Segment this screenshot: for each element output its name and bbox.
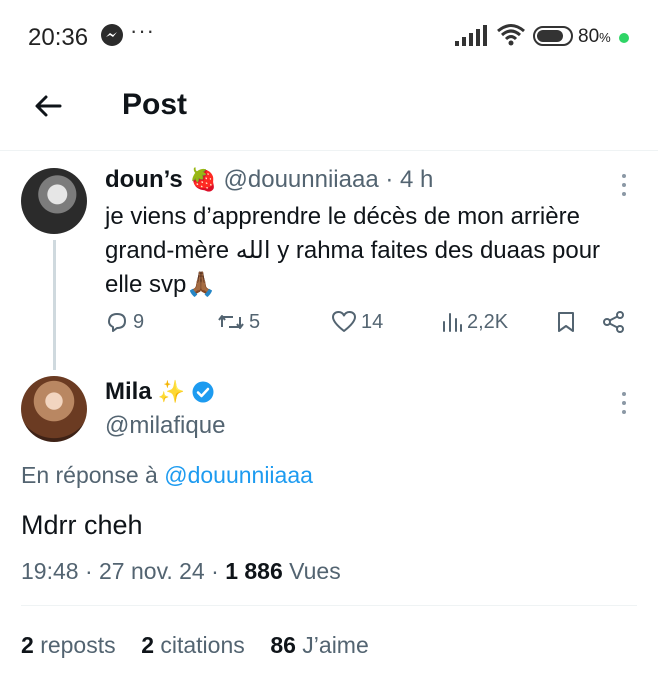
reply-label: En réponse à xyxy=(21,462,158,488)
engagement-stats: 2 reposts 2 citations 86 J’aime xyxy=(21,632,369,659)
views-label: Vues xyxy=(289,558,341,584)
like-count: 14 xyxy=(361,310,384,333)
reply-count: 9 xyxy=(133,310,145,333)
status-time: 20:36 xyxy=(28,24,89,51)
reply-icon xyxy=(105,310,129,334)
signal-icon xyxy=(455,24,489,51)
separator-dot: · xyxy=(385,166,394,193)
verified-badge-icon xyxy=(191,380,215,404)
views-count: 2,2K xyxy=(467,310,509,333)
author-handle[interactable]: @milafique xyxy=(105,412,225,440)
charging-dot xyxy=(619,33,629,43)
divider xyxy=(0,150,658,151)
more-options-icon[interactable] xyxy=(622,174,628,201)
author-name[interactable]: Mila xyxy=(105,378,152,406)
share-button[interactable] xyxy=(601,310,627,334)
citations-stat[interactable]: 2 citations xyxy=(141,632,245,658)
sparkles-emoji: ✨ xyxy=(157,379,186,405)
battery-icon xyxy=(533,26,573,46)
more-notifications-icon: ··· xyxy=(130,18,155,43)
repost-count: 5 xyxy=(249,310,261,333)
avatar[interactable] xyxy=(21,168,87,234)
tweet-actions: 9 5 14 2,2K xyxy=(105,310,635,344)
views-button[interactable]: 2,2K xyxy=(441,310,508,334)
page-header: Post xyxy=(0,80,658,140)
arrow-left-icon[interactable] xyxy=(30,88,66,124)
author-handle[interactable]: @douunniiaaa xyxy=(224,166,379,193)
bookmark-button[interactable] xyxy=(555,310,577,334)
page-title: Post xyxy=(122,88,188,121)
more-options-icon[interactable] xyxy=(622,392,628,419)
repost-icon xyxy=(217,310,245,334)
wifi-icon xyxy=(496,22,526,51)
repost-button[interactable]: 5 xyxy=(217,310,260,334)
reply-button[interactable]: 9 xyxy=(105,310,144,334)
divider xyxy=(21,605,637,606)
reposts-stat[interactable]: 2 reposts xyxy=(21,632,116,658)
tweet-time[interactable]: 4 h xyxy=(400,166,433,193)
likes-stat[interactable]: 86 J’aime xyxy=(270,632,368,658)
author-name-row: Mila ✨ xyxy=(105,378,215,406)
share-icon xyxy=(601,310,627,334)
status-bar: 20:36 ··· 80% xyxy=(0,0,658,70)
tweet-text: Mdrr cheh xyxy=(21,510,143,540)
tweet-time: 19:48 xyxy=(21,558,79,584)
battery-percent: 80% xyxy=(578,26,611,47)
reply-to-handle-link[interactable]: @douunniiaaa xyxy=(164,462,313,488)
avatar[interactable] xyxy=(21,376,87,442)
tweet-meta: 19:48 · 27 nov. 24 · 1 886 Vues xyxy=(21,558,341,584)
messenger-icon xyxy=(101,24,123,46)
tweet-header: doun’s 🍓 @douunniiaaa · 4 h xyxy=(105,166,433,194)
tweet-date: 27 nov. 24 xyxy=(99,558,205,584)
like-button[interactable]: 14 xyxy=(331,310,383,334)
thread-line xyxy=(53,240,56,370)
tweet-text: je viens d’apprendre le décès de mon arr… xyxy=(105,203,601,298)
bookmark-icon xyxy=(555,310,577,334)
author-name[interactable]: doun’s xyxy=(105,166,183,193)
views-count: 1 886 xyxy=(225,558,283,584)
strawberry-emoji: 🍓 xyxy=(189,168,217,193)
heart-icon xyxy=(331,310,357,334)
views-chart-icon xyxy=(441,310,463,334)
reply-context: En réponse à @douunniiaaa xyxy=(21,462,313,489)
